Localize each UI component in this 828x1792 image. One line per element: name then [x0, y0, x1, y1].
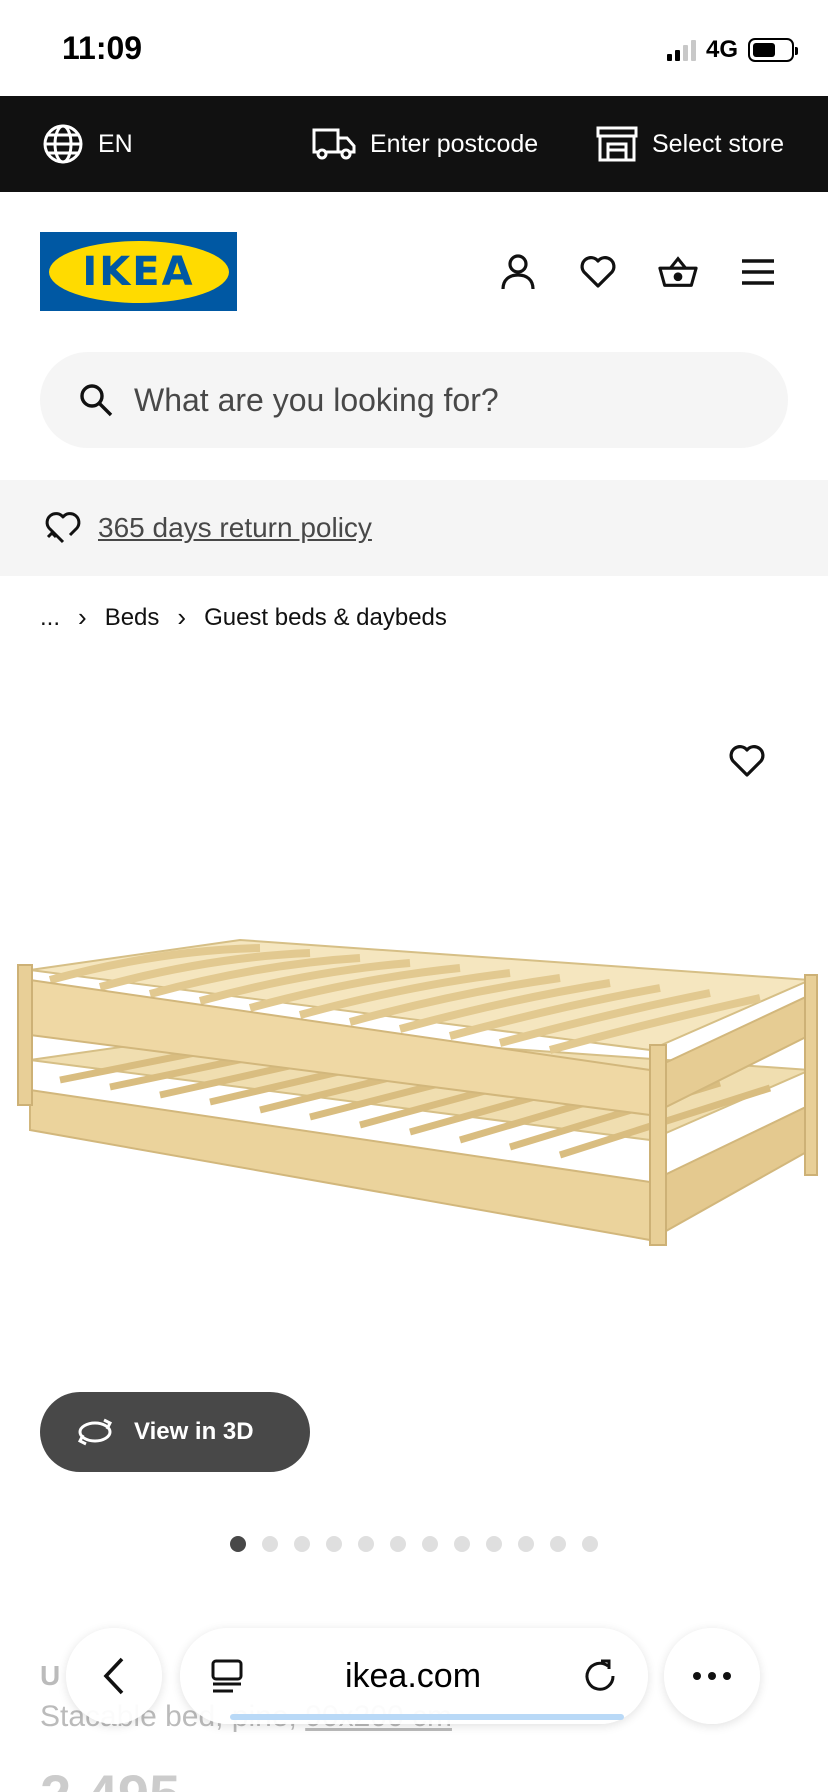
reload-icon[interactable]: [582, 1658, 618, 1694]
breadcrumb-beds[interactable]: Beds: [105, 604, 160, 632]
favourite-heart-icon[interactable]: [728, 744, 768, 784]
ikea-logo[interactable]: IKEA: [40, 232, 237, 311]
carousel-dot[interactable]: [294, 1536, 310, 1552]
carousel-dot[interactable]: [486, 1536, 502, 1552]
carousel-dot[interactable]: [230, 1536, 246, 1552]
carousel-dot[interactable]: [390, 1536, 406, 1552]
carousel-dot[interactable]: [582, 1536, 598, 1552]
view-in-3d-label: View in 3D: [134, 1418, 254, 1445]
return-policy-banner: 365 days return policy: [0, 480, 828, 576]
back-button[interactable]: [66, 1628, 162, 1724]
header-actions: [498, 252, 778, 292]
product-price: 2 495: [40, 1762, 180, 1792]
logo-ellipse: IKEA: [48, 240, 229, 303]
status-bar: 11:09 4G: [0, 0, 828, 96]
chevron-left-icon: [103, 1657, 124, 1695]
search-placeholder: What are you looking for?: [134, 381, 499, 418]
carousel-dot[interactable]: [454, 1536, 470, 1552]
tabs-icon: [211, 1659, 243, 1693]
basket-icon[interactable]: [658, 252, 698, 292]
url-text: ikea.com: [344, 1656, 482, 1695]
account-icon[interactable]: [498, 252, 538, 292]
breadcrumb-guest-beds[interactable]: Guest beds & daybeds: [204, 604, 447, 632]
carousel-dot[interactable]: [262, 1536, 278, 1552]
rotate-3d-icon: [77, 1418, 113, 1446]
globe-icon: [43, 124, 83, 164]
bed-product-image: [17, 938, 818, 1246]
menu-icon[interactable]: [738, 252, 778, 292]
utility-bar: EN Enter postcode Select store: [0, 96, 828, 192]
page-load-progress: [230, 1714, 624, 1720]
return-heart-icon: [45, 512, 81, 544]
browser-toolbar: ikea.com: [0, 1610, 828, 1750]
logo-text: IKEA: [82, 248, 195, 295]
carousel-dot[interactable]: [550, 1536, 566, 1552]
signal-icon: [666, 39, 696, 61]
truck-icon: [312, 128, 356, 160]
product-image-gallery[interactable]: [0, 690, 828, 1410]
more-dots-icon: [693, 1672, 731, 1680]
return-policy-link[interactable]: 365 days return policy: [98, 512, 372, 544]
image-carousel-dots: [230, 1536, 598, 1552]
store-label: Select store: [652, 129, 785, 158]
store-button[interactable]: Select store: [596, 126, 784, 162]
carousel-dot[interactable]: [358, 1536, 374, 1552]
view-in-3d-button[interactable]: View in 3D: [40, 1392, 310, 1472]
search-icon: [80, 384, 113, 417]
address-bar[interactable]: ikea.com: [180, 1628, 648, 1724]
status-indicators: 4G: [666, 36, 798, 64]
chevron-right-icon: ›: [78, 602, 87, 632]
wishlist-icon[interactable]: [578, 252, 618, 292]
battery-icon: [748, 38, 798, 62]
chevron-right-icon: ›: [177, 602, 187, 632]
breadcrumb-ellipsis[interactable]: ...: [40, 604, 60, 632]
search-input[interactable]: What are you looking for?: [40, 352, 788, 448]
status-time: 11:09: [62, 30, 143, 66]
language-selector[interactable]: EN: [42, 123, 133, 165]
postcode-button[interactable]: Enter postcode: [312, 126, 538, 162]
network-label: 4G: [705, 36, 738, 63]
breadcrumb: ... › Beds › Guest beds & daybeds: [40, 602, 447, 633]
store-icon: [596, 126, 638, 162]
language-label: EN: [98, 129, 133, 158]
postcode-label: Enter postcode: [370, 129, 539, 158]
carousel-dot[interactable]: [422, 1536, 438, 1552]
site-header: IKEA: [0, 192, 828, 352]
more-button[interactable]: [664, 1628, 760, 1724]
carousel-dot[interactable]: [326, 1536, 342, 1552]
carousel-dot[interactable]: [518, 1536, 534, 1552]
